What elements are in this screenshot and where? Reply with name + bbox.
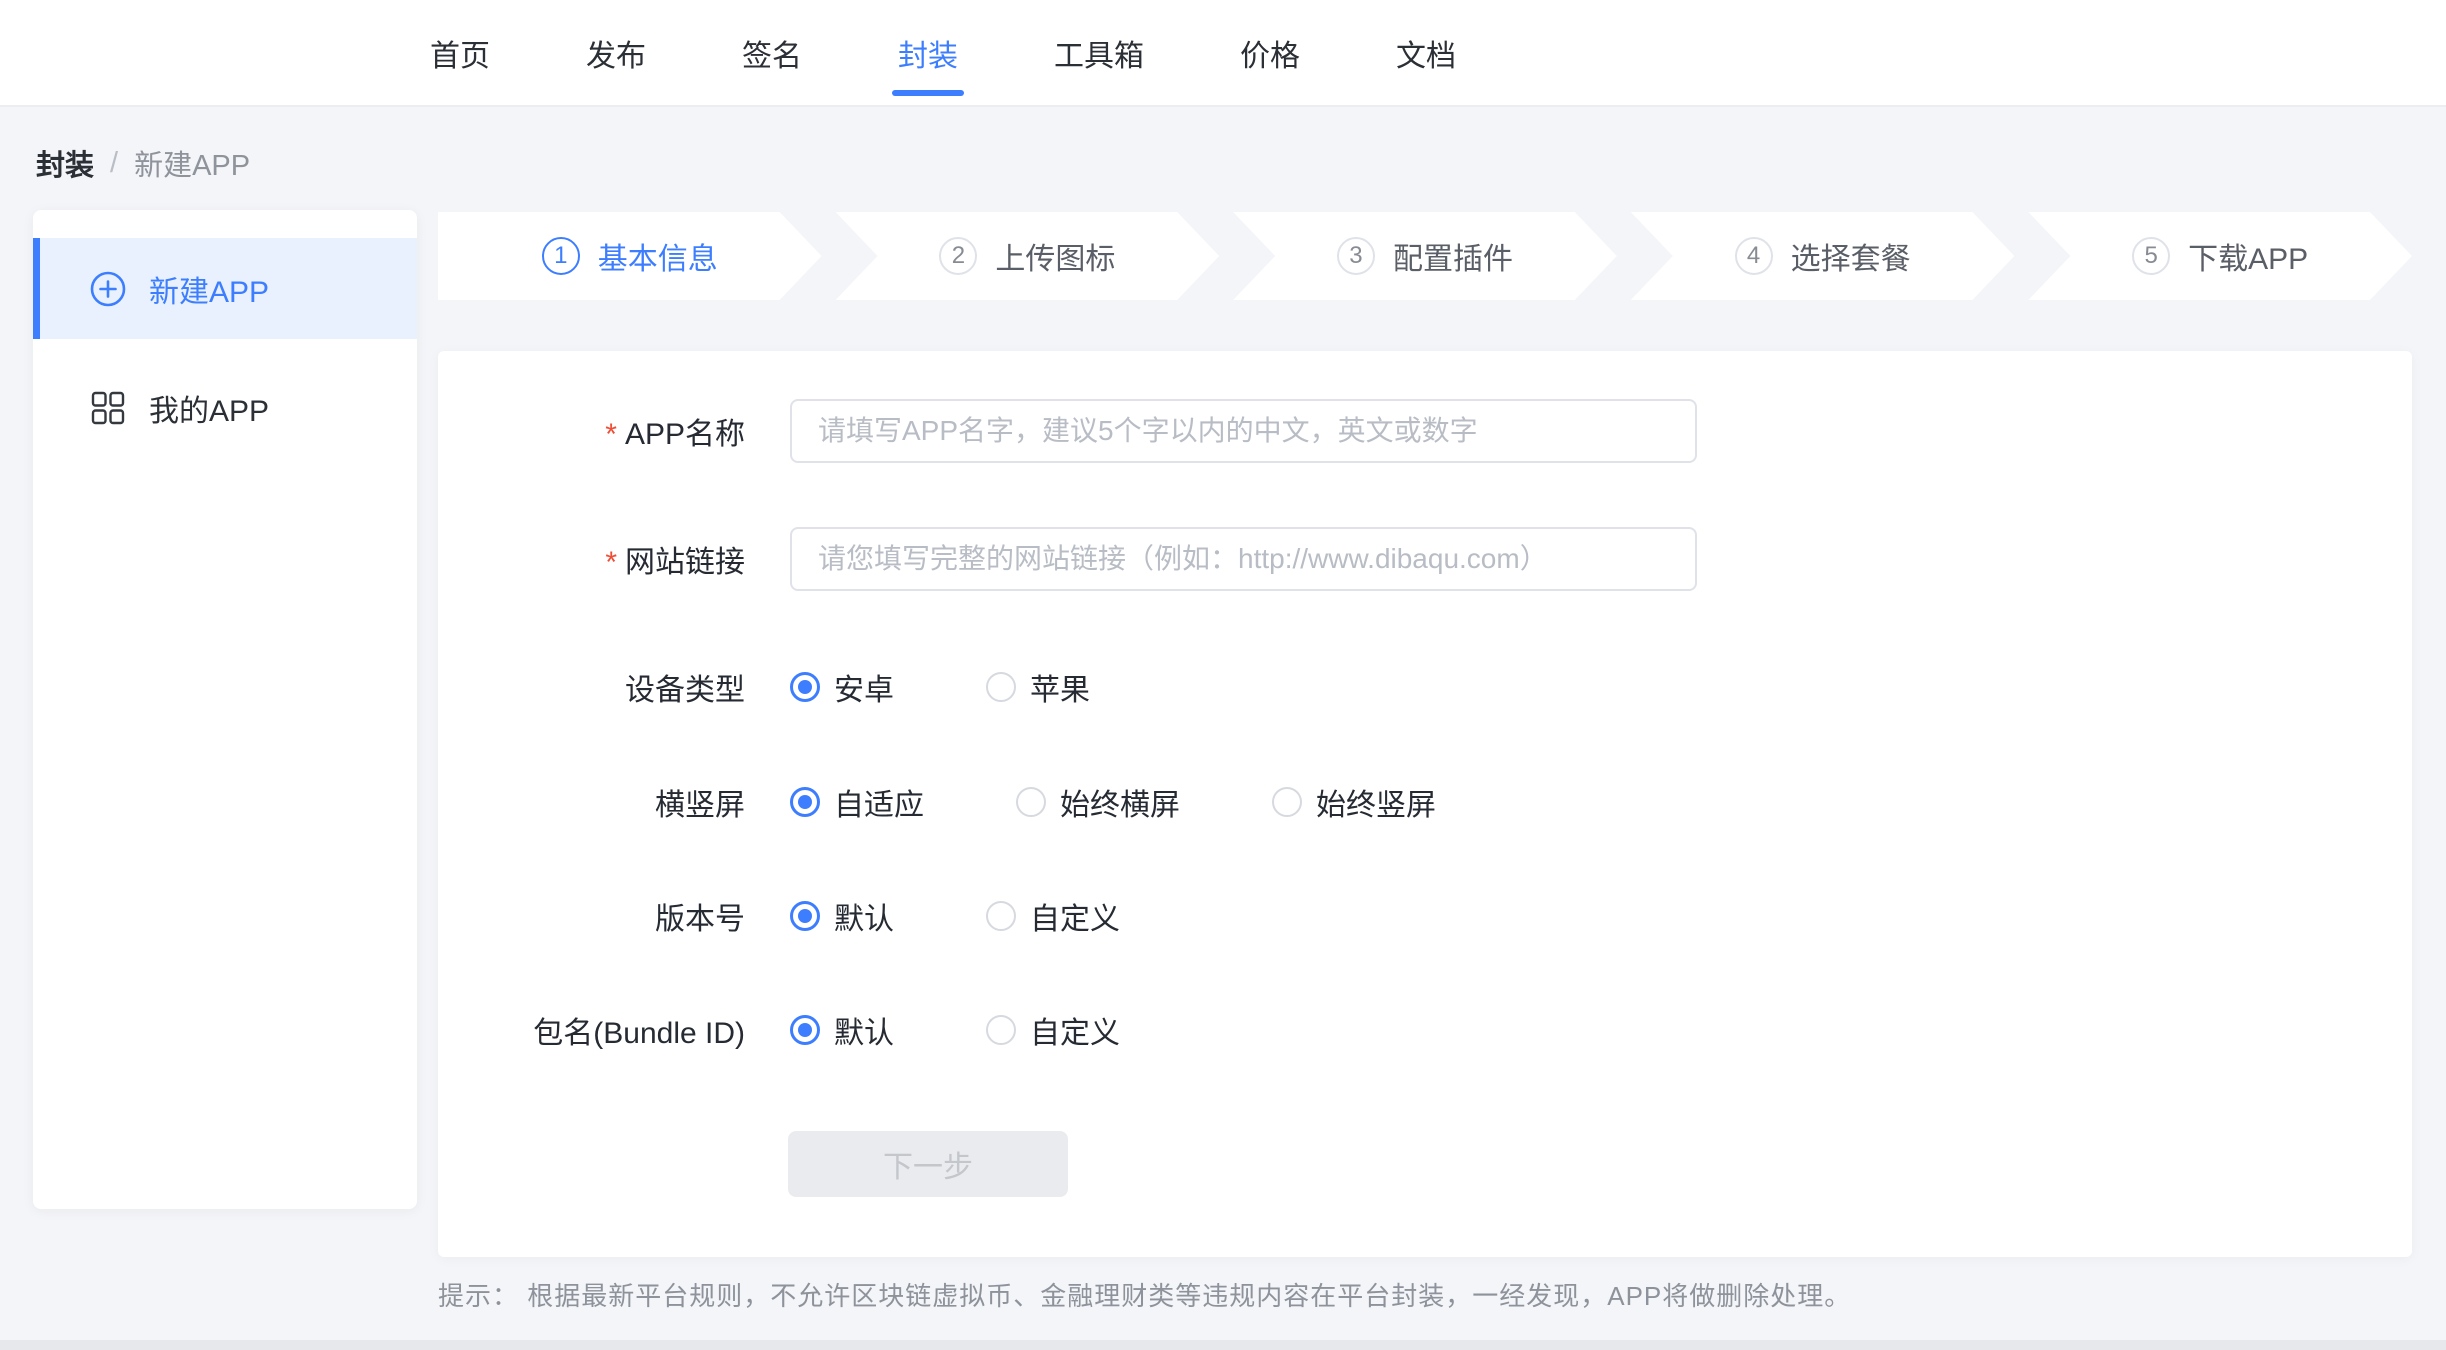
platform-rules-tip: 提示： 根据最新平台规则，不允许区块链虚拟币、金融理财类等违规内容在平台封装，一… bbox=[438, 1276, 1851, 1313]
next-step-button[interactable]: 下一步 bbox=[788, 1131, 1068, 1197]
sidebar-item-new-app[interactable]: 新建APP bbox=[33, 238, 417, 339]
radio-label: 安卓 bbox=[834, 665, 894, 709]
radio-selected-icon[interactable] bbox=[790, 787, 820, 817]
breadcrumb-separator: / bbox=[110, 147, 118, 180]
radio-android[interactable]: 安卓 bbox=[790, 665, 894, 709]
field-label: 设备类型 bbox=[438, 665, 745, 709]
radio-bundle-default[interactable]: 默认 bbox=[790, 1008, 894, 1052]
radio-label: 自定义 bbox=[1030, 894, 1120, 938]
step-wizard: 1 基本信息 2 上传图标 3 配置插件 4 选择套餐 5 下载APP bbox=[438, 212, 2412, 300]
breadcrumb-current: 新建APP bbox=[134, 142, 250, 184]
field-label: 包名(Bundle ID) bbox=[438, 1008, 745, 1052]
step-label: 下载APP bbox=[2188, 234, 2308, 278]
site-url-input[interactable] bbox=[790, 527, 1697, 591]
step-number-badge: 2 bbox=[939, 237, 977, 275]
step-number-badge: 5 bbox=[2132, 237, 2170, 275]
main-nav: 首页 发布 签名 封装 工具箱 价格 文档 bbox=[0, 0, 2446, 105]
radio-bundle-custom[interactable]: 自定义 bbox=[986, 1008, 1120, 1052]
form-row-bundle-id: 包名(Bundle ID) 默认 自定义 bbox=[438, 1000, 2412, 1060]
step-number-badge: 4 bbox=[1735, 237, 1773, 275]
radio-version-custom[interactable]: 自定义 bbox=[986, 894, 1120, 938]
radio-label: 默认 bbox=[834, 1008, 894, 1052]
form-row-site-url: *网站链接 bbox=[438, 527, 2412, 591]
top-header: 首页 发布 签名 封装 工具箱 价格 文档 bbox=[0, 0, 2446, 107]
radio-version-default[interactable]: 默认 bbox=[790, 894, 894, 938]
field-label: *网站链接 bbox=[438, 537, 745, 581]
sidebar-item-label: 新建APP bbox=[149, 267, 269, 311]
nav-item-price[interactable]: 价格 bbox=[1240, 0, 1300, 105]
nav-item-publish[interactable]: 发布 bbox=[586, 0, 646, 105]
required-mark: * bbox=[605, 546, 617, 579]
radio-label: 默认 bbox=[834, 894, 894, 938]
radio-auto-fit[interactable]: 自适应 bbox=[790, 780, 924, 824]
field-label: *APP名称 bbox=[438, 409, 745, 453]
radio-unselected-icon[interactable] bbox=[1016, 787, 1046, 817]
radio-always-landscape[interactable]: 始终横屏 bbox=[1016, 780, 1180, 824]
radio-selected-icon[interactable] bbox=[790, 1015, 820, 1045]
step-configure-plugins: 3 配置插件 bbox=[1233, 212, 1617, 300]
radio-unselected-icon[interactable] bbox=[1272, 787, 1302, 817]
nav-item-sign[interactable]: 签名 bbox=[742, 0, 802, 105]
breadcrumb-root[interactable]: 封装 bbox=[36, 142, 94, 184]
form-row-device-type: 设备类型 安卓 苹果 bbox=[438, 657, 2412, 717]
radio-selected-icon[interactable] bbox=[790, 901, 820, 931]
step-number-badge: 1 bbox=[542, 237, 580, 275]
step-basic-info: 1 基本信息 bbox=[438, 212, 822, 300]
nav-item-package[interactable]: 封装 bbox=[898, 0, 958, 105]
radio-selected-icon[interactable] bbox=[790, 672, 820, 702]
form-card: *APP名称 *网站链接 设备类型 安卓 苹果 横竖屏 bbox=[438, 351, 2412, 1257]
grid-icon bbox=[89, 389, 127, 427]
sidebar-item-label: 我的APP bbox=[149, 386, 269, 430]
field-label: 横竖屏 bbox=[438, 780, 745, 824]
radio-always-portrait[interactable]: 始终竖屏 bbox=[1272, 780, 1436, 824]
footer-strip bbox=[0, 1340, 2446, 1350]
required-mark: * bbox=[605, 418, 617, 451]
form-row-app-name: *APP名称 bbox=[438, 399, 2412, 463]
radio-unselected-icon[interactable] bbox=[986, 672, 1016, 702]
app-name-input[interactable] bbox=[790, 399, 1697, 463]
sidebar: 新建APP 我的APP bbox=[33, 210, 417, 1209]
step-number-badge: 3 bbox=[1337, 237, 1375, 275]
sidebar-item-my-app[interactable]: 我的APP bbox=[33, 357, 417, 458]
circle-plus-icon bbox=[89, 270, 127, 308]
nav-item-docs[interactable]: 文档 bbox=[1396, 0, 1456, 105]
step-choose-plan: 4 选择套餐 bbox=[1631, 212, 2015, 300]
radio-unselected-icon[interactable] bbox=[986, 1015, 1016, 1045]
radio-unselected-icon[interactable] bbox=[986, 901, 1016, 931]
step-label: 配置插件 bbox=[1393, 234, 1513, 278]
radio-ios[interactable]: 苹果 bbox=[986, 665, 1090, 709]
step-label: 基本信息 bbox=[598, 234, 718, 278]
step-download-app: 5 下载APP bbox=[2028, 212, 2412, 300]
radio-label: 始终横屏 bbox=[1060, 780, 1180, 824]
radio-label: 始终竖屏 bbox=[1316, 780, 1436, 824]
radio-label: 自适应 bbox=[834, 780, 924, 824]
field-label: 版本号 bbox=[438, 894, 745, 938]
radio-label: 苹果 bbox=[1030, 665, 1090, 709]
nav-item-home[interactable]: 首页 bbox=[430, 0, 490, 105]
step-upload-icon: 2 上传图标 bbox=[836, 212, 1220, 300]
form-row-orientation: 横竖屏 自适应 始终横屏 始终竖屏 bbox=[438, 772, 2412, 832]
nav-item-toolbox[interactable]: 工具箱 bbox=[1054, 0, 1144, 105]
step-label: 选择套餐 bbox=[1791, 234, 1911, 278]
form-row-version: 版本号 默认 自定义 bbox=[438, 886, 2412, 946]
radio-label: 自定义 bbox=[1030, 1008, 1120, 1052]
step-label: 上传图标 bbox=[995, 234, 1115, 278]
breadcrumb: 封装 / 新建APP bbox=[36, 142, 250, 184]
